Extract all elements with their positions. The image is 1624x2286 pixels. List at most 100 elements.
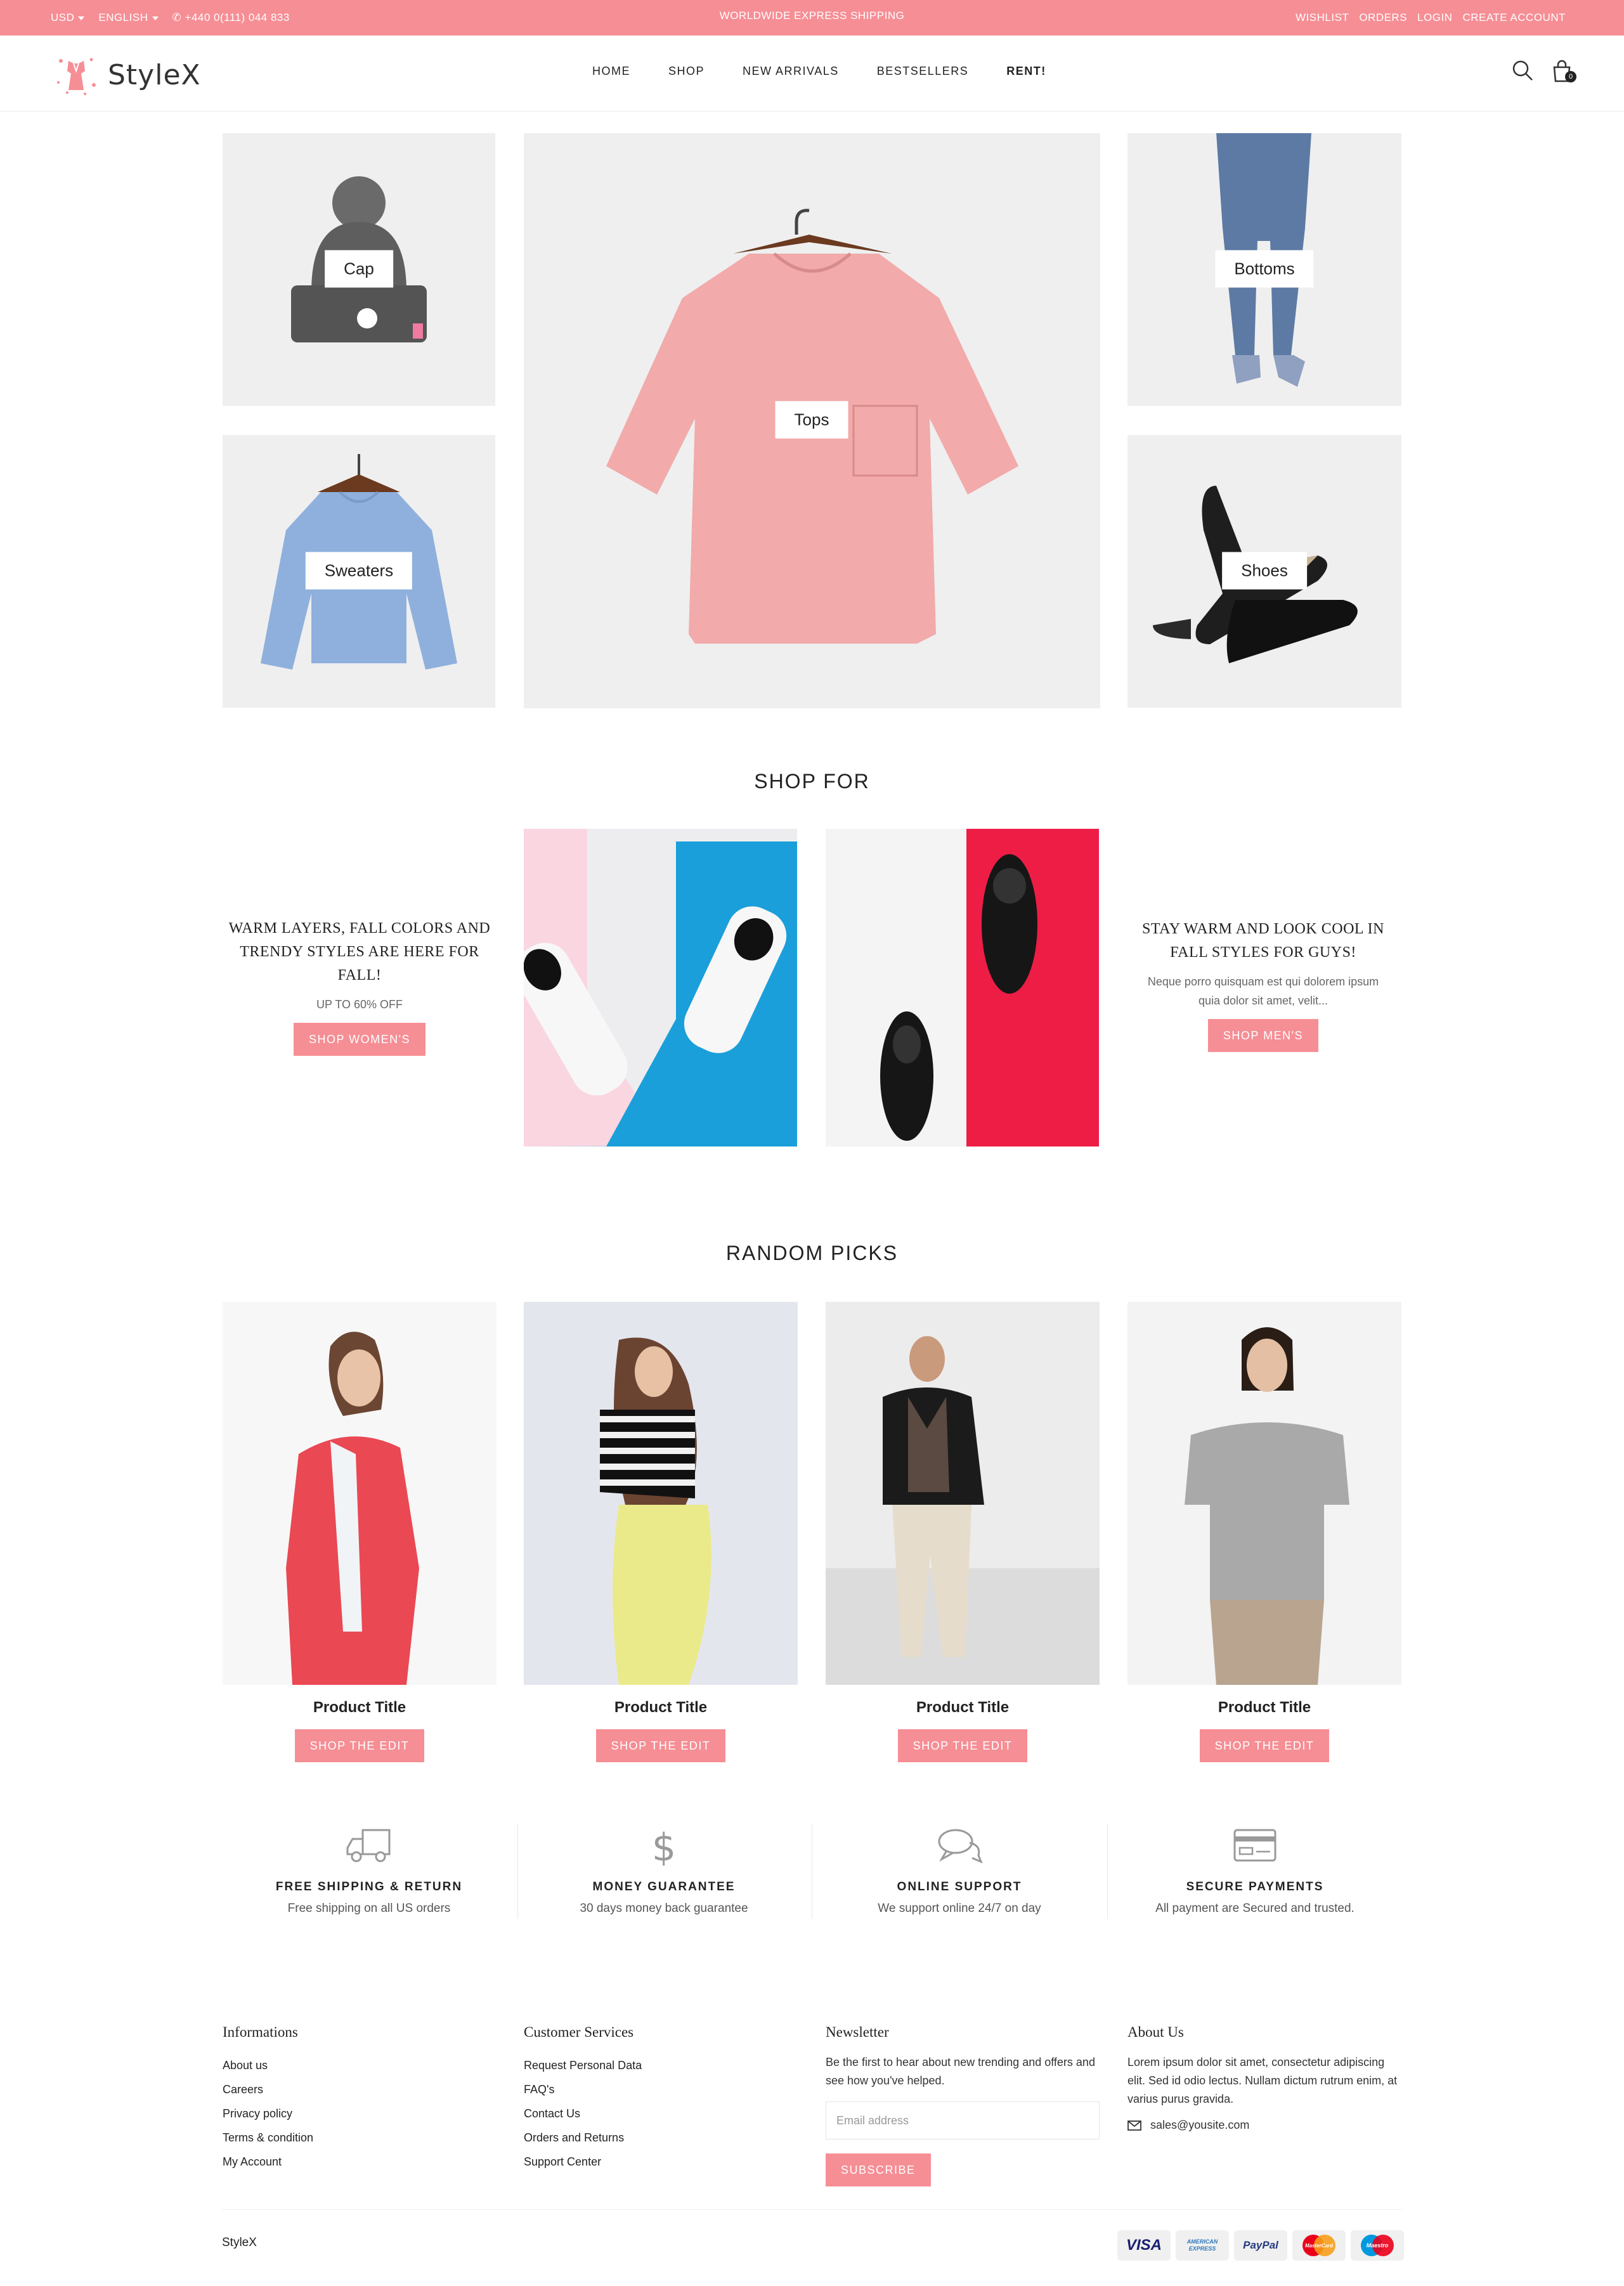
svg-text:$: $ [652, 1826, 676, 1866]
promo-men-heading: STAY WARM AND LOOK COOL IN FALL STYLES F… [1142, 921, 1384, 961]
footer-link-support-center[interactable]: Support Center [524, 2150, 790, 2174]
feature-desc: All payment are Secured and trusted. [1155, 1902, 1354, 1915]
footer-divider [222, 2209, 1403, 2210]
feature-title: SECURE PAYMENTS [1186, 1880, 1324, 1893]
nav-shop[interactable]: SHOP [668, 65, 705, 78]
promo-men-subtext: Neque porro quisquam est qui dolorem ips… [1147, 975, 1379, 1007]
footer-link-my-account[interactable]: My Account [223, 2150, 489, 2174]
product-card[interactable]: Product Title SHOP THE EDIT [524, 1302, 798, 1762]
nav-home[interactable]: HOME [592, 65, 630, 78]
footer-newsletter: Newsletter Be the first to hear about ne… [826, 2024, 1105, 2186]
footer-link-contact[interactable]: Contact Us [524, 2101, 790, 2126]
create-account-link[interactable]: CREATE ACCOUNT [1462, 11, 1566, 24]
product-card[interactable]: Product Title SHOP THE EDIT [1127, 1302, 1401, 1762]
feature-title: FREE SHIPPING & RETURN [275, 1880, 463, 1893]
subscribe-button[interactable]: SUBSCRIBE [826, 2153, 931, 2186]
product-title[interactable]: Product Title [223, 1699, 497, 1717]
random-picks-heading: RANDOM PICKS [725, 1242, 899, 1264]
feature-desc: 30 days money back guarantee [580, 1902, 748, 1915]
product-image[interactable] [826, 1302, 1100, 1685]
footer-heading: Newsletter [826, 2024, 889, 2040]
site-header: StyleX HOME SHOP NEW ARRIVALS BESTSELLER… [0, 36, 1624, 112]
logo[interactable]: StyleX [53, 52, 201, 98]
orders-link[interactable]: ORDERS [1359, 11, 1407, 24]
shop-the-edit-button[interactable]: SHOP THE EDIT [596, 1729, 725, 1762]
mastercard-label: MasterCard [1305, 2243, 1334, 2249]
dollar-icon: $ [652, 1826, 676, 1870]
product-image[interactable] [223, 1302, 497, 1685]
product-title[interactable]: Product Title [524, 1699, 798, 1717]
category-label-shoes: Shoes [1222, 552, 1307, 590]
logo-text: StyleX [108, 58, 201, 91]
amex-icon: AMERICAN EXPRESS [1176, 2230, 1229, 2261]
feature-payments: SECURE PAYMENTS All payment are Secured … [1108, 1825, 1401, 1916]
shop-womens-button[interactable]: SHOP WOMEN'S [293, 1023, 426, 1056]
main-nav: HOME SHOP NEW ARRIVALS BESTSELLERS RENT! [592, 65, 1084, 78]
logo-icon [57, 58, 96, 95]
category-label-bottoms: Bottoms [1215, 250, 1314, 288]
maestro-icon: Maestro [1351, 2230, 1404, 2261]
product-title[interactable]: Product Title [1127, 1699, 1401, 1717]
promo-women-heading: WARM LAYERS, FALL COLORS AND TRENDY STYL… [228, 920, 491, 984]
feature-support: ONLINE SUPPORT We support online 24/7 on… [813, 1825, 1106, 1916]
copyright: StyleX [222, 2236, 257, 2249]
category-tile-shoes[interactable]: Shoes [1127, 435, 1401, 708]
category-tile-sweaters[interactable]: Sweaters [223, 435, 495, 708]
footer-link-careers[interactable]: Careers [223, 2077, 489, 2101]
top-bar: USD ENGLISH ✆ +440 0(111) 044 833 WORLDW… [0, 0, 1624, 36]
feature-desc: We support online 24/7 on day [878, 1902, 1041, 1915]
category-tile-tops[interactable]: Tops [524, 133, 1100, 708]
footer-heading: Customer Services [524, 2024, 634, 2040]
shop-the-edit-button[interactable]: SHOP THE EDIT [295, 1729, 424, 1762]
product-image[interactable] [524, 1302, 798, 1685]
mastercard-icon: MasterCard [1292, 2230, 1346, 2261]
product-card[interactable]: Product Title SHOP THE EDIT [826, 1302, 1100, 1762]
chat-icon [938, 1829, 983, 1864]
product-title[interactable]: Product Title [826, 1699, 1100, 1717]
footer-heading: About Us [1127, 2024, 1184, 2040]
footer-link-privacy[interactable]: Privacy policy [223, 2101, 489, 2126]
promo-women: WARM LAYERS, FALL COLORS AND TRENDY STYL… [223, 917, 497, 1056]
category-label-cap: Cap [325, 250, 393, 288]
footer-informations: Informations About us Careers Privacy po… [223, 2024, 489, 2174]
nav-rent[interactable]: RENT! [1006, 65, 1046, 78]
feature-title: ONLINE SUPPORT [897, 1880, 1022, 1893]
wishlist-link[interactable]: WISHLIST [1296, 11, 1349, 24]
category-label-sweaters: Sweaters [305, 552, 413, 590]
payment-card-icon [1233, 1829, 1276, 1862]
truck-icon [346, 1829, 391, 1862]
feature-shipping: FREE SHIPPING & RETURN Free shipping on … [223, 1825, 516, 1916]
cart-button[interactable]: 0 [1551, 60, 1576, 86]
feature-title: MONEY GUARANTEE [592, 1880, 736, 1893]
product-image[interactable] [1127, 1302, 1401, 1685]
divider [1107, 1824, 1108, 1919]
footer-link-about-us[interactable]: About us [223, 2053, 489, 2077]
login-link[interactable]: LOGIN [1417, 11, 1452, 24]
shop-for-heading: SHOP FOR [754, 770, 870, 793]
nav-bestsellers[interactable]: BESTSELLERS [877, 65, 969, 78]
sneakers-image [524, 829, 797, 1146]
contact-email[interactable]: sales@yousite.com [1150, 2116, 1249, 2134]
nav-new-arrivals[interactable]: NEW ARRIVALS [743, 65, 839, 78]
promo-men: STAY WARM AND LOOK COOL IN FALL STYLES F… [1126, 918, 1400, 1052]
feature-desc: Free shipping on all US orders [287, 1902, 451, 1915]
shop-mens-button[interactable]: SHOP MEN'S [1207, 1019, 1319, 1052]
promo-women-subtext: UP TO 60% OFF [316, 998, 403, 1011]
category-tile-bottoms[interactable]: Bottoms [1127, 133, 1401, 406]
paypal-icon: PayPal [1234, 2230, 1287, 2261]
dress-shoes-image [826, 829, 1099, 1146]
footer-link-terms[interactable]: Terms & condition [223, 2126, 489, 2150]
shop-the-edit-button[interactable]: SHOP THE EDIT [1200, 1729, 1329, 1762]
cart-count-badge: 0 [1565, 71, 1576, 82]
shop-the-edit-button[interactable]: SHOP THE EDIT [898, 1729, 1027, 1762]
newsletter-text: Be the first to hear about new trending … [826, 2056, 1095, 2087]
search-icon[interactable] [1512, 60, 1533, 81]
email-field[interactable]: Email address [826, 2101, 1100, 2140]
category-tile-cap[interactable]: Cap [223, 133, 495, 406]
footer-link-faq[interactable]: FAQ's [524, 2077, 790, 2101]
product-card[interactable]: Product Title SHOP THE EDIT [223, 1302, 497, 1762]
footer-link-orders-returns[interactable]: Orders and Returns [524, 2126, 790, 2150]
footer-link-personal-data[interactable]: Request Personal Data [524, 2053, 790, 2077]
maestro-label: Maestro [1367, 2242, 1389, 2249]
footer-customer-services: Customer Services Request Personal Data … [524, 2024, 790, 2174]
